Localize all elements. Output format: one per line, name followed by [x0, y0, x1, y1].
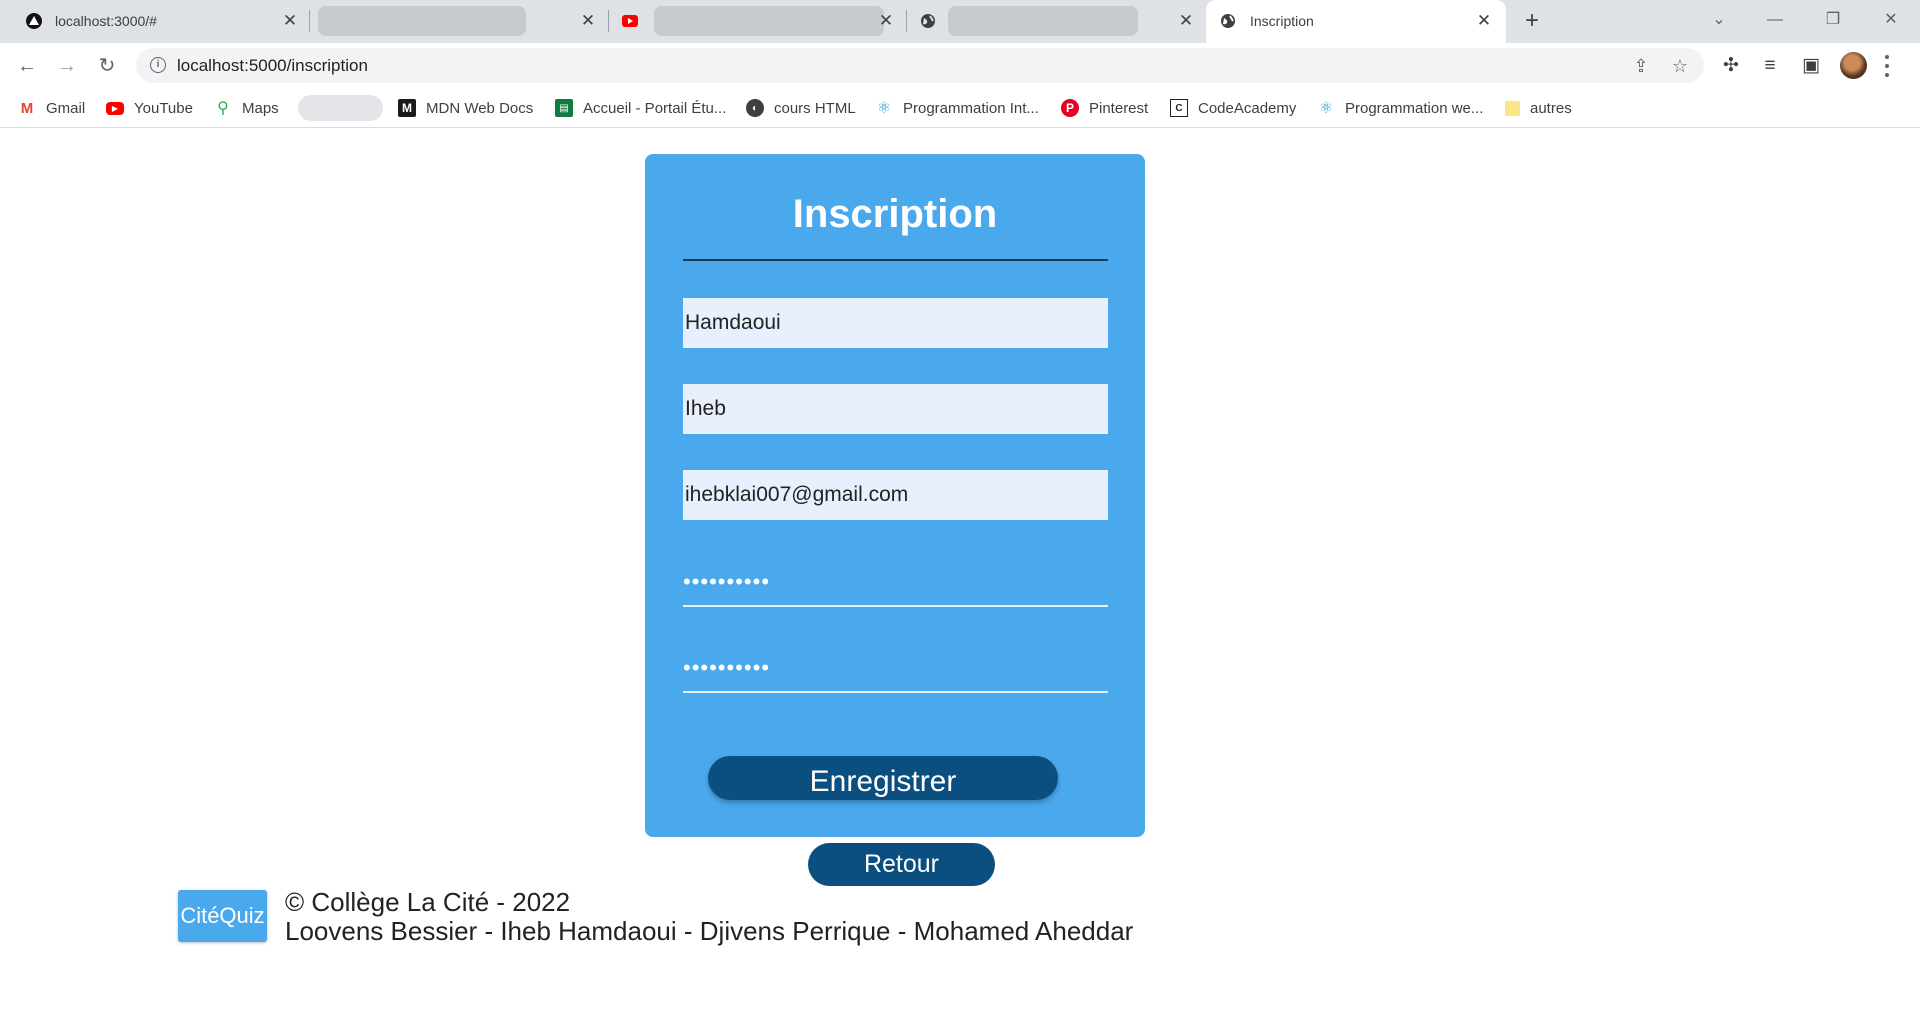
youtube-icon: ▶	[106, 101, 124, 115]
bookmark-label: Accueil - Portail Étu...	[583, 99, 727, 117]
bookmark-cours-html[interactable]: ◐ cours HTML	[746, 97, 856, 119]
tab-youtube[interactable]: ✕	[610, 0, 905, 43]
close-icon[interactable]: ✕	[1176, 11, 1196, 31]
react-icon: ⚛	[1318, 100, 1334, 117]
pinterest-icon: P	[1061, 99, 1079, 117]
bookmark-portail[interactable]: ▤ Accueil - Portail Étu...	[555, 97, 726, 119]
back-button[interactable]: Retour	[808, 843, 995, 886]
bookmark-label: Maps	[242, 99, 279, 117]
register-button[interactable]: Enregistrer	[708, 756, 1058, 800]
bookmark-maps[interactable]: ⚲ Maps	[214, 97, 279, 119]
tab-blurred-globe[interactable]: ✕	[908, 0, 1204, 43]
globe-icon	[1221, 14, 1235, 28]
back-icon[interactable]: ←	[14, 53, 40, 79]
authors-text: Loovens Bessier - Iheb Hamdaoui - Djiven…	[285, 916, 1134, 946]
bookmark-gmail[interactable]: M Gmail	[18, 97, 85, 119]
blurred-title	[948, 6, 1138, 36]
bookmark-folder-autres[interactable]: autres	[1505, 97, 1572, 119]
bookmark-youtube[interactable]: ▶ YouTube	[106, 97, 193, 119]
bookmark-label: cours HTML	[774, 99, 856, 117]
avatar[interactable]	[1840, 52, 1867, 79]
tab-blurred-1[interactable]: ✕	[312, 0, 608, 43]
react-icon: ⚛	[876, 100, 892, 117]
bookmark-mdn[interactable]: M MDN Web Docs	[398, 97, 533, 119]
bookmark-label: autres	[1530, 99, 1572, 117]
first-name-input[interactable]: Iheb	[683, 384, 1108, 434]
url-text[interactable]: localhost:5000/inscription	[177, 56, 368, 76]
star-icon[interactable]: ☆	[1669, 55, 1691, 77]
tab-search-icon[interactable]: ⌄	[1704, 8, 1734, 32]
bookmark-label: Programmation Int...	[903, 99, 1039, 117]
registration-card: Inscription Hamdaoui Iheb ihebklai007@gm…	[645, 154, 1145, 837]
media-icon[interactable]: ≡	[1757, 53, 1783, 79]
minimize-icon[interactable]: —	[1760, 8, 1790, 32]
new-tab-button[interactable]: +	[1520, 9, 1544, 34]
maps-icon: ⚲	[217, 100, 229, 117]
title-divider	[683, 259, 1108, 261]
last-name-input[interactable]: Hamdaoui	[683, 298, 1108, 348]
tab-localhost-3000[interactable]: localhost:3000/# ✕	[0, 0, 306, 43]
citequiz-logo[interactable]: CitéQuiz	[178, 890, 267, 942]
tab-strip: localhost:3000/# ✕ ✕ ✕ ✕ Inscription ✕ +…	[0, 0, 1920, 43]
youtube-icon	[622, 15, 638, 27]
blurred-title	[654, 6, 884, 36]
restore-icon[interactable]: ❐	[1818, 8, 1848, 32]
close-icon[interactable]: ✕	[280, 11, 300, 31]
bookmark-label: Programmation we...	[1345, 99, 1484, 117]
bookmark-codeacademy[interactable]: C CodeAcademy	[1170, 97, 1296, 119]
side-panel-icon[interactable]: ▣	[1798, 53, 1824, 79]
tab-title: localhost:3000/#	[55, 13, 157, 29]
bookmark-label: MDN Web Docs	[426, 99, 534, 117]
tab-divider	[608, 10, 609, 32]
tab-inscription[interactable]: Inscription ✕	[1206, 0, 1506, 43]
info-icon[interactable]: i	[150, 57, 166, 73]
bookmark-programmation-int[interactable]: ⚛ Programmation Int...	[875, 97, 1039, 119]
tab-divider	[309, 10, 310, 32]
reload-icon[interactable]: ↻	[94, 53, 120, 79]
app-icon	[26, 13, 42, 29]
bookmark-label: Gmail	[46, 99, 86, 117]
bookmark-pinterest[interactable]: P Pinterest	[1061, 97, 1148, 119]
bookmarks-bar: M Gmail ▶ YouTube ⚲ Maps M MDN Web Docs …	[0, 88, 1920, 128]
copyright-text: © Collège La Cité - 2022	[285, 887, 571, 917]
tab-title: Inscription	[1250, 13, 1314, 29]
extensions-icon[interactable]: ✣	[1718, 53, 1744, 79]
folder-icon	[1505, 100, 1520, 116]
globe-icon: ◐	[746, 99, 764, 117]
email-input[interactable]: ihebklai007@gmail.com	[683, 470, 1108, 520]
close-icon[interactable]: ✕	[1474, 11, 1494, 31]
bookmark-programmation-web[interactable]: ⚛ Programmation we...	[1317, 97, 1484, 119]
password-input[interactable]: ••••••••••	[683, 557, 1108, 607]
portal-icon: ▤	[555, 99, 573, 117]
close-icon[interactable]: ✕	[876, 11, 896, 31]
menu-icon[interactable]	[1882, 53, 1892, 79]
close-icon[interactable]: ✕	[578, 11, 598, 31]
tab-divider	[906, 10, 907, 32]
share-icon[interactable]: ⇪	[1630, 55, 1652, 77]
blurred-bookmark[interactable]	[298, 95, 383, 121]
close-window-icon[interactable]: ✕	[1876, 8, 1906, 32]
confirm-password-input[interactable]: ••••••••••	[683, 643, 1108, 693]
browser-toolbar: ← → ↻ i localhost:5000/inscription ⇪ ☆ ✣…	[0, 43, 1920, 88]
forward-icon[interactable]: →	[54, 53, 80, 79]
globe-icon	[921, 14, 935, 28]
address-bar[interactable]: i localhost:5000/inscription ⇪ ☆	[136, 48, 1704, 83]
codeacademy-icon: C	[1170, 99, 1188, 117]
bookmark-label: CodeAcademy	[1198, 99, 1297, 117]
page-title: Inscription	[792, 192, 998, 236]
bookmark-label: YouTube	[134, 99, 193, 117]
bookmark-label: Pinterest	[1089, 99, 1149, 117]
mdn-icon: M	[398, 99, 416, 117]
gmail-icon: M	[20, 99, 34, 117]
blurred-title	[318, 6, 526, 36]
